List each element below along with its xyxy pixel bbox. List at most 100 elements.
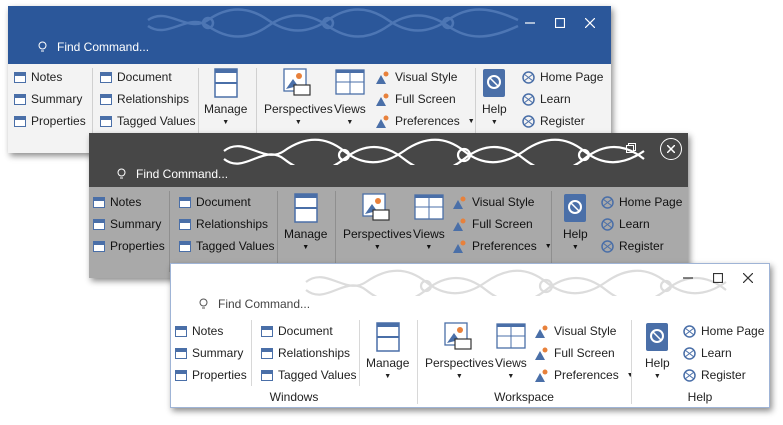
find-command-box[interactable]: Find Command...	[199, 297, 310, 311]
tagged-values-button[interactable]: Tagged Values	[100, 114, 196, 128]
learn-button[interactable]: Learn	[683, 346, 732, 360]
help-button[interactable]: Help ▼	[563, 193, 588, 251]
properties-button[interactable]: Properties	[14, 114, 86, 128]
dropdown-arrow-icon: ▼	[425, 244, 433, 251]
perspectives-button[interactable]: Perspectives ▼	[343, 193, 412, 251]
dropdown-arrow-icon: ▼	[467, 117, 475, 125]
full-screen-button[interactable]: Full Screen	[453, 217, 533, 231]
summary-button[interactable]: Summary	[175, 346, 243, 360]
register-button[interactable]: Register	[683, 368, 746, 382]
help-group-label: Help	[687, 390, 713, 404]
minimize-button[interactable]	[673, 269, 703, 287]
visual-style-button[interactable]: Visual Style	[453, 195, 534, 209]
full-screen-button[interactable]: Full Screen	[376, 92, 456, 106]
register-label: Register	[619, 239, 664, 253]
maximize-button[interactable]	[545, 14, 575, 32]
notes-button[interactable]: Notes	[93, 195, 141, 209]
window-icon	[93, 218, 105, 230]
summary-label: Summary	[31, 92, 83, 106]
views-icon	[335, 69, 365, 95]
document-button[interactable]: Document	[261, 324, 333, 338]
relationships-button[interactable]: Relationships	[179, 217, 268, 231]
manage-button[interactable]: Manage ▼	[284, 193, 327, 251]
close-button[interactable]	[575, 14, 605, 32]
close-button[interactable]	[733, 269, 763, 287]
preferences-button[interactable]: Preferences▼	[535, 368, 634, 382]
perspectives-icon	[283, 68, 311, 96]
views-button[interactable]: Views ▼	[495, 322, 527, 380]
help-label: Help	[563, 227, 588, 241]
tagged-values-button[interactable]: Tagged Values	[261, 368, 357, 382]
perspectives-button[interactable]: Perspectives ▼	[425, 322, 494, 380]
notes-button[interactable]: Notes	[175, 324, 223, 338]
preferences-icon	[453, 240, 466, 253]
perspectives-label: Perspectives	[425, 356, 494, 370]
views-icon	[496, 323, 526, 349]
document-button[interactable]: Document	[179, 195, 251, 209]
preferences-button[interactable]: Preferences▼	[453, 239, 552, 253]
learn-button[interactable]: Learn	[601, 217, 650, 231]
register-button[interactable]: Register	[601, 239, 664, 253]
notes-label: Notes	[192, 324, 224, 338]
tagged-values-label: Tagged Values	[117, 114, 196, 128]
dropdown-arrow-icon: ▼	[571, 244, 579, 251]
visual-style-button[interactable]: Visual Style	[376, 70, 457, 84]
properties-button[interactable]: Properties	[93, 239, 165, 253]
tagged-values-button[interactable]: Tagged Values	[179, 239, 275, 253]
perspectives-button[interactable]: Perspectives ▼	[264, 68, 333, 126]
views-button[interactable]: Views ▼	[413, 193, 445, 251]
title-bar: Find Command...	[171, 264, 769, 316]
window-icon	[14, 71, 26, 83]
help-button[interactable]: Help ▼	[482, 68, 507, 126]
manage-icon	[375, 322, 400, 352]
full-screen-icon	[535, 347, 548, 360]
register-button[interactable]: Register	[522, 114, 585, 128]
ornament-decoration	[223, 138, 645, 165]
globe-icon	[601, 239, 614, 253]
window-icon	[14, 115, 26, 127]
globe-icon	[683, 324, 696, 338]
relationships-button[interactable]: Relationships	[261, 346, 350, 360]
summary-button[interactable]: Summary	[93, 217, 161, 231]
title-bar: Find Command...	[89, 133, 688, 187]
separator	[335, 191, 336, 272]
summary-button[interactable]: Summary	[14, 92, 82, 106]
views-button[interactable]: Views ▼	[334, 68, 366, 126]
dropdown-arrow-icon: ▼	[653, 373, 661, 380]
summary-label: Summary	[192, 346, 244, 360]
find-command-box[interactable]: Find Command...	[117, 167, 228, 181]
properties-button[interactable]: Properties	[175, 368, 247, 382]
lightbulb-icon	[199, 298, 208, 309]
home-page-label: Home Page	[540, 70, 604, 84]
document-button[interactable]: Document	[100, 70, 172, 84]
globe-icon	[601, 217, 614, 231]
home-page-button[interactable]: Home Page	[601, 195, 682, 209]
minimize-button[interactable]	[515, 14, 545, 32]
globe-icon	[601, 195, 614, 209]
lightbulb-icon	[117, 168, 126, 179]
full-screen-button[interactable]: Full Screen	[535, 346, 615, 360]
home-page-button[interactable]: Home Page	[683, 324, 764, 338]
manage-button[interactable]: Manage ▼	[204, 68, 247, 126]
relationships-button[interactable]: Relationships	[100, 92, 189, 106]
views-label: Views	[334, 102, 366, 116]
help-book-icon	[564, 194, 587, 222]
learn-button[interactable]: Learn	[522, 92, 571, 106]
properties-label: Properties	[31, 114, 86, 128]
full-screen-label: Full Screen	[554, 346, 615, 360]
views-label: Views	[413, 227, 445, 241]
preferences-button[interactable]: Preferences▼	[376, 114, 475, 128]
visual-style-button[interactable]: Visual Style	[535, 324, 616, 338]
help-button[interactable]: Help ▼	[645, 322, 670, 380]
close-button[interactable]	[660, 138, 682, 160]
restore-button[interactable]	[616, 139, 646, 157]
notes-button[interactable]: Notes	[14, 70, 62, 84]
find-command-box[interactable]: Find Command...	[38, 40, 149, 54]
learn-label: Learn	[619, 217, 650, 231]
views-label: Views	[495, 356, 527, 370]
full-screen-label: Full Screen	[395, 92, 456, 106]
home-page-button[interactable]: Home Page	[522, 70, 603, 84]
manage-button[interactable]: Manage ▼	[366, 322, 409, 380]
maximize-button[interactable]	[703, 269, 733, 287]
find-command-placeholder: Find Command...	[136, 167, 229, 181]
